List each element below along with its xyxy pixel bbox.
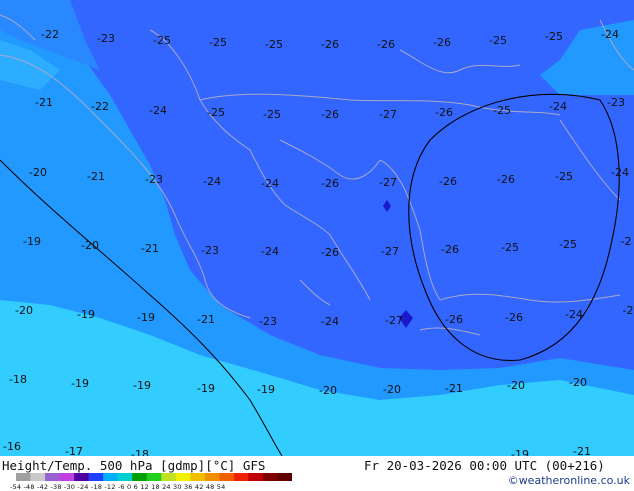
temp-label: -22 xyxy=(91,100,109,113)
temp-label: -19 xyxy=(511,448,529,456)
temp-label: -26 xyxy=(435,106,453,119)
temp-label: -26 xyxy=(321,108,339,121)
temp-label: -25 xyxy=(153,34,171,47)
temp-label: -17 xyxy=(65,445,83,456)
temp-label: -2 xyxy=(623,304,634,317)
temp-label: -21 xyxy=(445,382,463,395)
color-scale-swatch xyxy=(30,473,46,481)
temp-label: -25 xyxy=(263,108,281,121)
temp-label: -26 xyxy=(445,313,463,326)
temp-label: -20 xyxy=(81,239,99,252)
temp-label: -19 xyxy=(133,379,151,392)
temp-label: -24 xyxy=(203,175,221,188)
color-scale-swatch xyxy=(190,473,206,481)
color-scale-swatch xyxy=(103,473,118,481)
temp-label: -21 xyxy=(141,242,159,255)
color-scale-swatch xyxy=(45,473,60,481)
temp-label: -26 xyxy=(377,38,395,51)
temp-label: -21 xyxy=(573,445,591,456)
temp-label: -20 xyxy=(569,376,587,389)
temp-label: -22 xyxy=(41,28,59,41)
temp-label: -26 xyxy=(321,246,339,259)
color-scale-swatch xyxy=(161,473,177,481)
color-scale-swatch xyxy=(146,473,162,481)
footer: Height/Temp. 500 hPa [gdmp][°C] GFS Fr 2… xyxy=(0,456,634,491)
temp-label: -25 xyxy=(489,34,507,47)
weather-map: -22 -23 -25 -25 -25 -26 -26 -26 -25 -25 -24 -21 -22 -… xyxy=(0,0,634,456)
temp-label: -27 xyxy=(381,245,399,258)
temp-label: -24 xyxy=(149,104,167,117)
color-scale-swatch xyxy=(262,473,278,481)
map-frame: -22 -23 -25 -25 -25 -26 -26 -26 -25 -25 -24 -21 -22 -… xyxy=(0,0,634,491)
valid-time: Fr 20-03-2026 00:00 UTC (00+216) xyxy=(364,458,605,473)
temp-label: -26 xyxy=(439,175,457,188)
temp-label: -24 xyxy=(261,245,279,258)
temp-label: -19 xyxy=(77,308,95,321)
color-scale-swatch xyxy=(248,473,264,481)
temp-label: -25 xyxy=(493,104,511,117)
color-scale-swatch xyxy=(117,473,133,481)
temp-label: -26 xyxy=(433,36,451,49)
map-title: Height/Temp. 500 hPa [gdmp][°C] GFS xyxy=(2,458,266,473)
temp-label: -21 xyxy=(35,96,53,109)
temp-label: -24 xyxy=(565,308,583,321)
temp-label: -20 xyxy=(383,383,401,396)
temp-label: -24 xyxy=(261,177,279,190)
temp-label: -23 xyxy=(607,96,625,109)
temp-label: -27 xyxy=(379,108,397,121)
temp-label: -16 xyxy=(3,440,21,453)
temp-label: -24 xyxy=(321,315,339,328)
color-scale-swatch xyxy=(16,473,31,481)
color-scale-swatch xyxy=(132,473,148,481)
color-scale-swatch xyxy=(175,473,191,481)
temp-label: -25 xyxy=(555,170,573,183)
temp-label: -19 xyxy=(137,311,155,324)
temp-label: -26 xyxy=(505,311,523,324)
temp-label: -25 xyxy=(265,38,283,51)
temp-label: -26 xyxy=(497,173,515,186)
temp-label: -19 xyxy=(257,383,275,396)
temp-label: -19 xyxy=(71,377,89,390)
temp-label: -20 xyxy=(507,379,525,392)
temp-label: -27 xyxy=(379,176,397,189)
color-scale-swatch xyxy=(277,473,292,481)
temp-label: -25 xyxy=(501,241,519,254)
temp-label: -21 xyxy=(197,313,215,326)
temp-label: -21 xyxy=(87,170,105,183)
color-scale-swatch xyxy=(204,473,220,481)
temp-label: -20 xyxy=(29,166,47,179)
color-scale-swatch xyxy=(219,473,235,481)
temp-label: -20 xyxy=(319,384,337,397)
temp-label: -24 xyxy=(601,28,619,41)
color-scale-swatch xyxy=(233,473,249,481)
temp-label: -26 xyxy=(321,38,339,51)
temp-label: -19 xyxy=(197,382,215,395)
temp-label: -25 xyxy=(209,36,227,49)
temp-label: -18 xyxy=(9,373,27,386)
temp-label: -26 xyxy=(441,243,459,256)
temp-label: -27 xyxy=(385,314,403,327)
temp-label: -23 xyxy=(97,32,115,45)
color-scale-swatch xyxy=(88,473,104,481)
temp-label: -20 xyxy=(15,304,33,317)
credit-link[interactable]: ©weatheronline.co.uk xyxy=(508,474,630,487)
temp-label: -26 xyxy=(321,177,339,190)
color-scale-swatch xyxy=(59,473,75,481)
temp-label: -25 xyxy=(545,30,563,43)
temp-label: -24 xyxy=(549,100,567,113)
temp-label: -23 xyxy=(201,244,219,257)
temp-label: -19 xyxy=(23,235,41,248)
temp-label: -25 xyxy=(559,238,577,251)
temp-label: -18 xyxy=(131,448,149,456)
temp-label: -23 xyxy=(259,315,277,328)
color-scale xyxy=(16,473,292,481)
temp-label: -25 xyxy=(207,106,225,119)
temp-label: -24 xyxy=(611,166,629,179)
color-scale-swatch xyxy=(74,473,89,481)
temp-label: -23 xyxy=(145,173,163,186)
temp-label: -2 xyxy=(621,235,632,248)
